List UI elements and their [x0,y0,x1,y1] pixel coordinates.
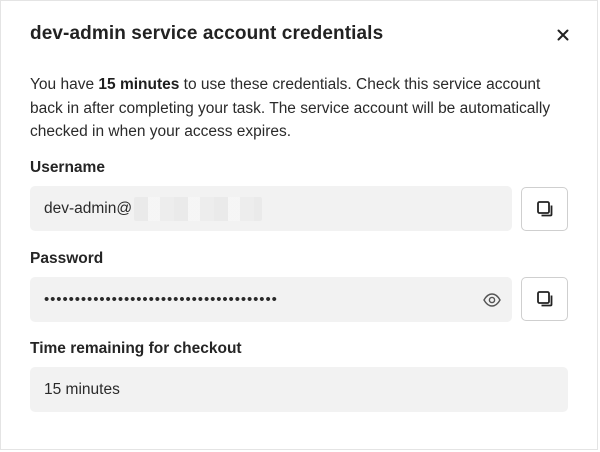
dialog-description: You have 15 minutes to use these credent… [30,73,570,144]
credentials-dialog: dev-admin service account credentials Yo… [0,0,598,450]
dialog-title: dev-admin service account credentials [30,23,384,44]
eye-icon [483,292,501,307]
username-label: Username [30,159,105,176]
password-field[interactable]: •••••••••••••••••••••••••••••••••••••• [30,277,512,322]
copy-icon [536,201,552,217]
password-value: •••••••••••••••••••••••••••••••••••••• [44,291,278,308]
close-button[interactable] [553,25,573,45]
copy-username-button[interactable] [521,187,568,231]
close-icon [557,29,569,41]
time-remaining-field: 15 minutes [30,367,568,412]
time-remaining-label: Time remaining for checkout [30,340,242,357]
password-label: Password [30,250,104,267]
copy-icon [536,291,552,307]
copy-password-button[interactable] [521,277,568,321]
description-duration: 15 minutes [98,76,180,93]
show-password-button[interactable] [480,277,504,322]
username-value: dev-admin@ [44,199,133,217]
time-remaining-value: 15 minutes [44,380,120,398]
redacted-username-domain [134,196,263,221]
username-field[interactable]: dev-admin@ [30,186,512,231]
description-prefix: You have [30,76,99,93]
